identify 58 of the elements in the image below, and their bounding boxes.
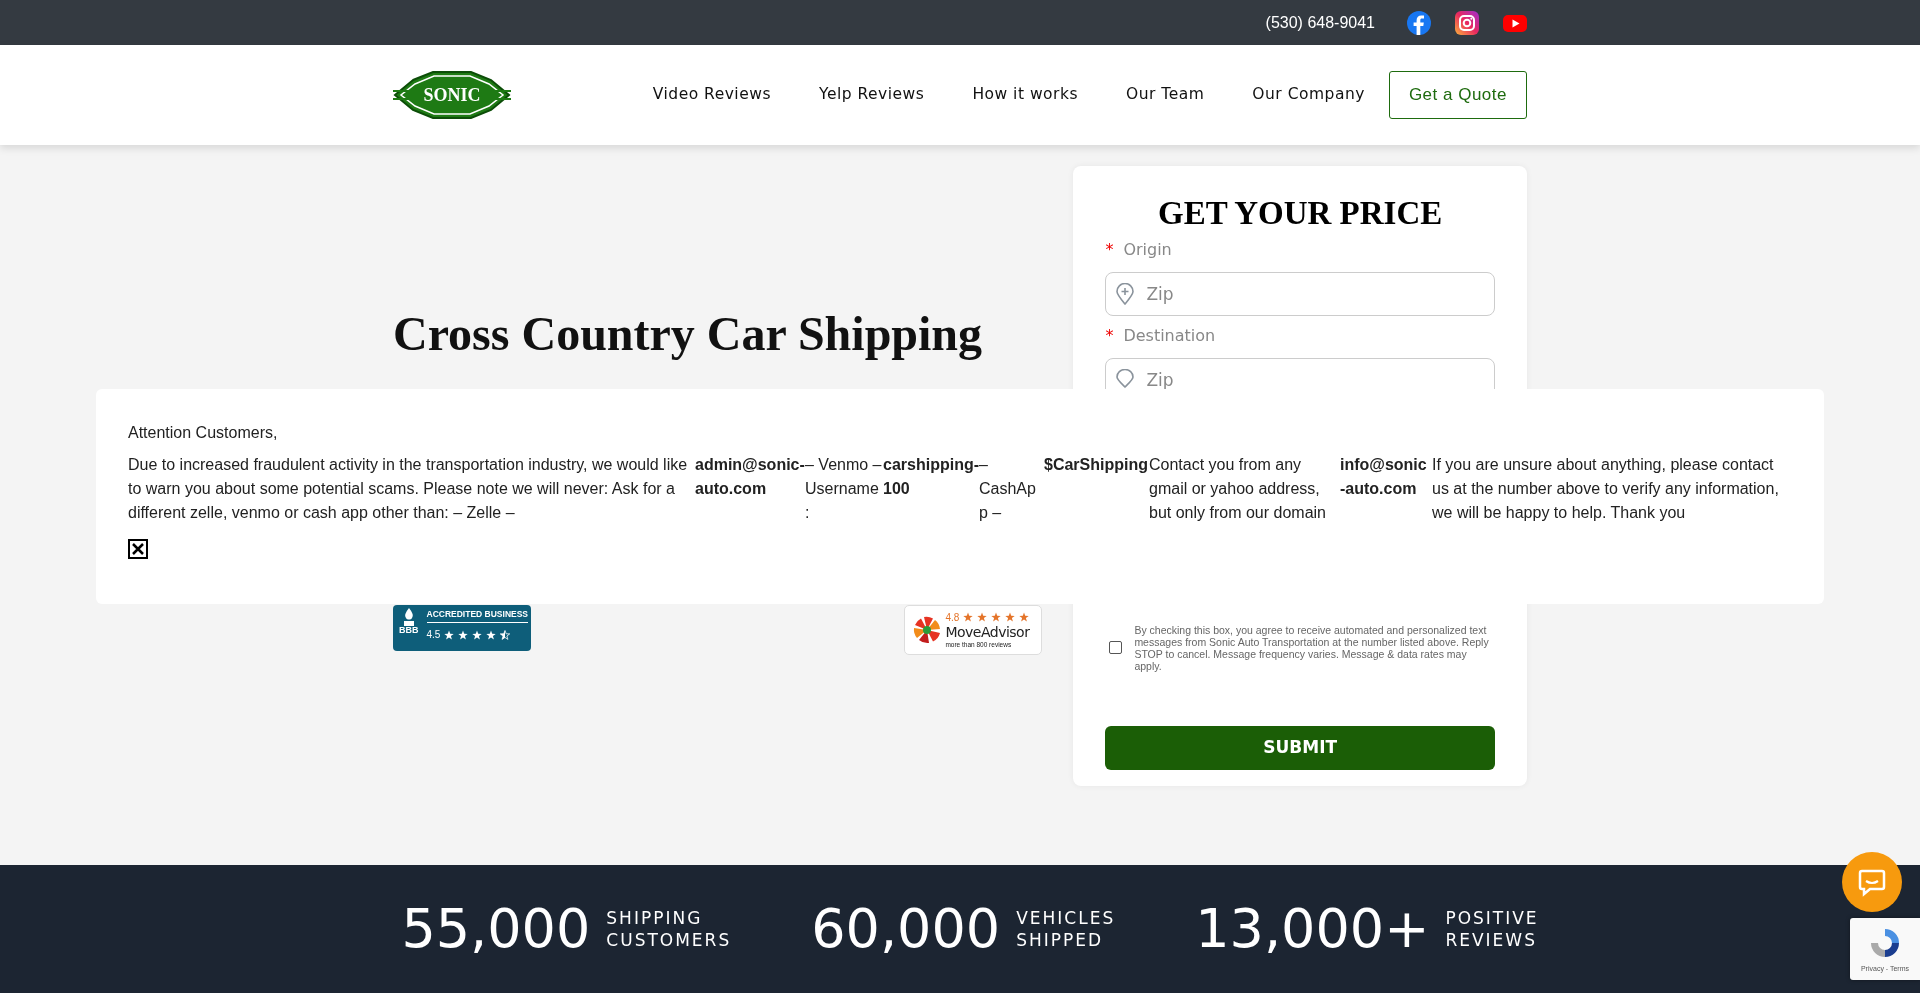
field-label: Destination [1123,324,1216,347]
stat-number: 13,000+ [1195,902,1430,956]
recaptcha-icon [1868,926,1902,960]
pinwheel-icon [913,615,942,644]
notice-text: info@sonic-auto.com [1340,455,1428,499]
star-icon [1019,612,1030,623]
nav-link[interactable]: Video Reviews [652,83,771,107]
logo[interactable]: SONIC [393,70,511,120]
badge-label: ACCREDITED BUSINESS [426,607,529,624]
star-icon [1005,612,1016,623]
star-icon [486,629,497,640]
required-asterisk: * [1105,324,1114,347]
notice-text: Contact you from any gmail or yahoo address, but only from our domain [1149,455,1327,523]
nav-link[interactable]: Our Company [1252,83,1365,107]
badge-name: MoveAdvisor [945,624,1030,640]
form-title: GET YOUR PRICE [1157,194,1444,233]
notice-text: – CashApp – [979,455,1037,523]
close-icon[interactable] [128,539,148,559]
badge-logo-text: BBB [399,625,419,635]
stat-number: 60,000 [811,902,1001,956]
torch-icon [403,607,414,626]
field-label: Origin [1123,238,1172,261]
get-a-quote-button[interactable]: Get a Quote [1388,71,1527,119]
rating-value: 4.5 [426,628,441,643]
zip-input-field[interactable]: Zip [1105,271,1495,316]
circle-f-icon[interactable] [1407,10,1431,35]
nav-link[interactable]: Our Team [1126,83,1205,107]
notice-text: Due to increased fraudulent activity in the transportation industry, we would like to warn you about some potential scams. Please note we will never: Ask for a different zelle, venmo or cash app other than: – Zelle – [128,455,689,523]
notice-text: $CarShipping [1044,455,1149,475]
chat-button[interactable] [1842,852,1902,912]
notice-text: – Venmo – Username: [805,455,883,523]
consent-text: By checking this box, you agree to receive automated and personalized text messages from Sonic Auto Transportation at the number listed above. Reply STOP to cancel. Message frequency varies. Message & data rates may apply. [1134,623,1490,672]
notice-text: If you are unsure about anything, please contact us at the number above to verify any information, we will be happy to help. Thank you [1432,455,1780,523]
required-asterisk: * [1105,238,1114,261]
bbb-badge[interactable]: BBB ACCREDITED BUSINESS 4.5 [393,604,531,651]
star-icon [963,612,974,623]
star-icon [472,629,483,640]
submit-button[interactable]: SUBMIT [1105,725,1495,770]
star-icon [991,612,1002,623]
consent-checkbox[interactable] [1109,641,1123,655]
rating-value: 4.8 [945,610,960,625]
notice-text: admin@sonic-auto.com [695,455,805,499]
stat-number: 55,000 [401,902,591,956]
star-icon [500,629,511,640]
camera-icon[interactable] [1455,10,1479,35]
speech-bubble-icon [1857,867,1887,897]
star-icon [977,612,988,623]
stat-label: POSITIVE REVIEWS [1445,907,1539,951]
star-icon [444,629,455,640]
phone-number[interactable]: (530) 648-9041 [1265,10,1375,35]
stat-label: VEHICLES SHIPPED [1016,907,1116,951]
page-heading: Cross Country Car Shipping [393,306,984,362]
pin-plus-icon [1116,282,1135,305]
star-icon [458,629,469,640]
notice-greeting: Attention Customers, [128,423,279,443]
nav-link[interactable]: Yelp Reviews [818,83,925,107]
stat-label: SHIPPING CUSTOMERS [606,907,732,951]
nav-link[interactable]: How it works [972,83,1078,107]
